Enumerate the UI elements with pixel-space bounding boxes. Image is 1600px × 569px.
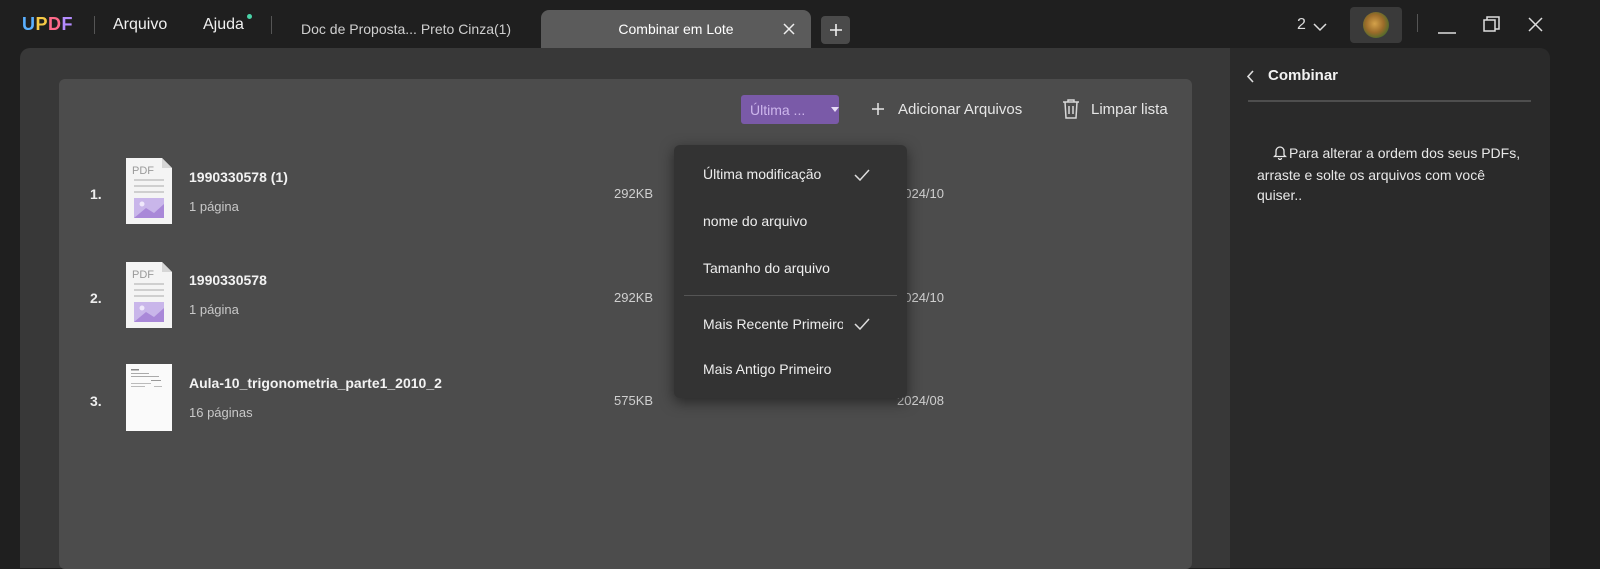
clear-list-button[interactable]: Limpar lista — [1061, 96, 1168, 122]
bell-icon — [1272, 145, 1289, 165]
minimize-icon[interactable] — [1438, 22, 1456, 40]
sort-dropdown-menu: Última modificação nome do arquivo Taman… — [674, 145, 907, 398]
updf-logo: UPDF — [22, 14, 74, 34]
tab-doc-proposta[interactable]: Doc de Proposta... Preto Cinza(1) — [276, 10, 536, 48]
file-size: 292KB — [614, 290, 654, 305]
close-tab-icon[interactable] — [778, 18, 800, 40]
menu-ajuda[interactable]: Ajuda — [203, 16, 244, 34]
merge-hint-text: Para alterar a ordem dos seus PDFs, arra… — [1257, 145, 1521, 203]
tab-label: Combinar em Lote — [618, 21, 734, 37]
menu-divider — [684, 295, 897, 296]
trash-icon — [1063, 99, 1079, 119]
file-name: Aula-10_trigonometria_parte1_2010_2 — [189, 375, 442, 391]
row-index: 3. — [90, 393, 102, 409]
pdf-file-icon: PDF — [126, 262, 172, 328]
file-pages: 16 páginas — [189, 405, 253, 420]
merge-hint: Para alterar a ordem dos seus PDFs, arra… — [1257, 143, 1527, 205]
avatar — [1363, 12, 1389, 38]
menu-item-oldest-first[interactable]: Mais Antigo Primeiro — [703, 361, 843, 377]
file-pages: 1 página — [189, 302, 239, 317]
side-panel-title: Combinar — [1268, 67, 1339, 84]
tab-label: Doc de Proposta... Preto Cinza(1) — [301, 21, 512, 37]
row-index: 1. — [90, 186, 102, 202]
restore-icon[interactable] — [1483, 16, 1500, 38]
file-pages: 1 página — [189, 199, 239, 214]
checkmark-icon — [854, 317, 870, 335]
document-thumbnail — [126, 364, 172, 431]
add-files-button[interactable]: Adicionar Arquivos — [870, 96, 1022, 122]
menu-arquivo[interactable]: Arquivo — [113, 16, 167, 34]
chevron-down-icon[interactable] — [1313, 19, 1327, 37]
checkmark-icon — [854, 168, 870, 186]
file-name: 1990330578 (1) — [189, 169, 288, 185]
svg-text:PDF: PDF — [132, 269, 154, 281]
file-size: 292KB — [614, 186, 654, 201]
menu-item-newest-first[interactable]: Mais Recente Primeiro — [703, 316, 843, 332]
plus-icon — [829, 24, 842, 36]
window-count[interactable]: 2 — [1297, 16, 1306, 34]
tab-combinar-em-lote[interactable]: Combinar em Lote — [541, 10, 811, 48]
menu-item-last-modified[interactable]: Última modificação — [703, 166, 843, 182]
user-avatar-button[interactable] — [1350, 7, 1402, 43]
side-panel — [1230, 48, 1550, 568]
sort-label: Última ... — [750, 101, 806, 118]
svg-text:PDF: PDF — [132, 165, 154, 177]
file-name: 1990330578 — [189, 272, 267, 288]
add-files-label: Adicionar Arquivos — [898, 100, 1023, 118]
new-tab-button[interactable] — [821, 16, 850, 44]
plus-icon — [872, 103, 884, 115]
titlebar-divider — [271, 16, 272, 34]
sort-dropdown-button[interactable]: Última ... — [741, 95, 839, 124]
titlebar-divider — [94, 16, 95, 34]
row-index: 2. — [90, 290, 102, 306]
side-panel-divider — [1248, 100, 1531, 102]
file-size: 575KB — [614, 393, 654, 408]
clear-list-label: Limpar lista — [1091, 100, 1168, 118]
back-chevron-icon[interactable] — [1246, 70, 1255, 88]
pdf-file-icon: PDF — [126, 158, 172, 224]
close-window-icon[interactable] — [1528, 17, 1543, 37]
menu-item-file-name[interactable]: nome do arquivo — [703, 213, 843, 229]
menu-item-file-size[interactable]: Tamanho do arquivo — [703, 260, 843, 276]
notification-dot — [247, 14, 252, 19]
titlebar-divider — [1417, 14, 1418, 32]
caret-down-icon — [831, 107, 839, 112]
